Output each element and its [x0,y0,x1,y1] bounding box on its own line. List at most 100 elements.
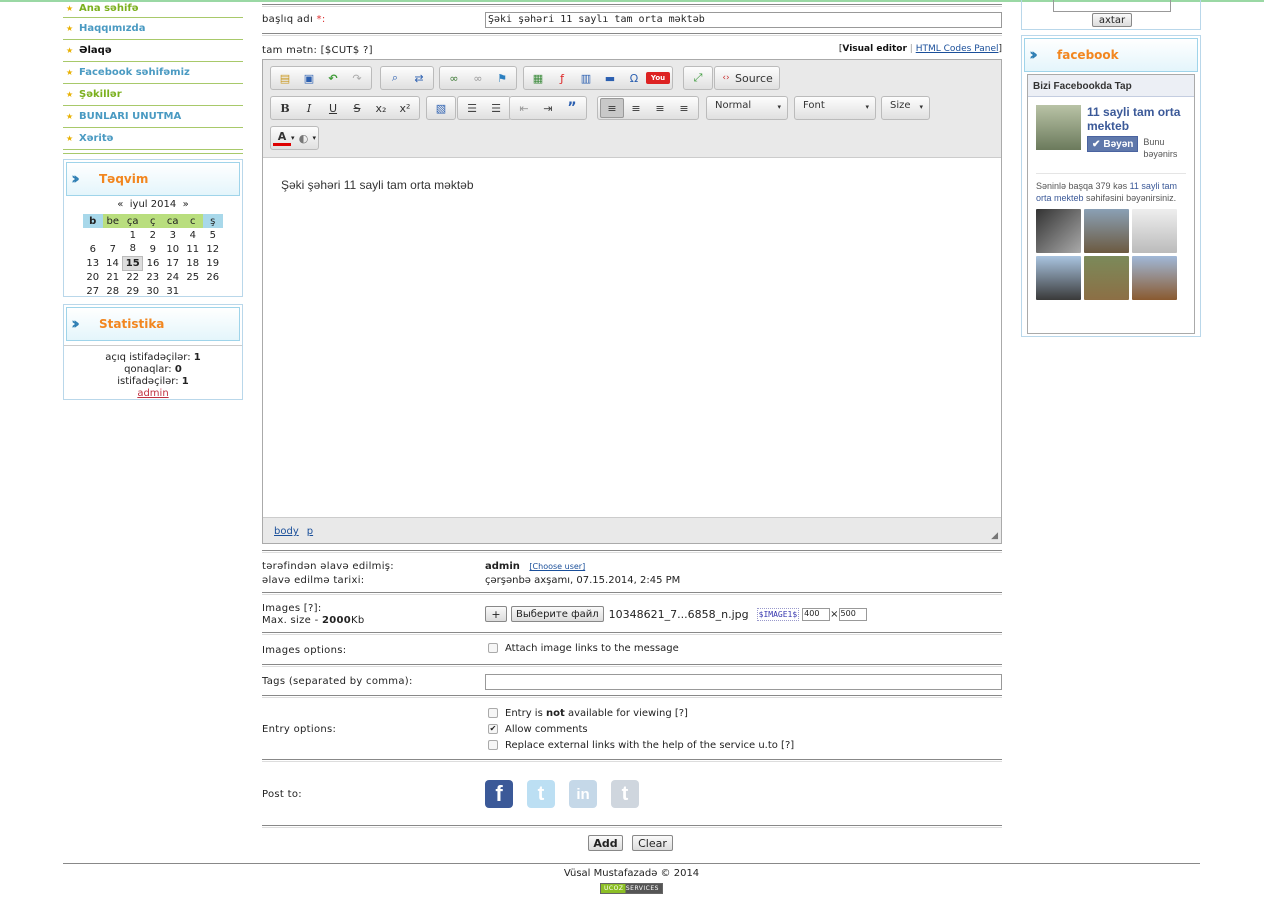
copyright-text: Vüsal Mustafazadə © 2014 [563,868,700,879]
paste-word-icon[interactable]: ▣ [297,68,321,88]
nav-label[interactable]: Şəkillər [79,89,122,100]
allow-comments-checkbox[interactable]: ✔ [488,724,498,734]
add-button[interactable]: Add [588,835,623,851]
numbered-list-icon[interactable]: ☰ [460,98,484,118]
underline-icon[interactable]: U [321,98,345,118]
insert-image-icon[interactable]: ▧ [429,98,453,118]
nav-item-about[interactable]: ★ Haqqımızda [63,18,243,40]
nav-item-home[interactable]: ★ Ana səhifə [63,0,243,18]
font-select[interactable]: Font ▾ [794,96,876,120]
choose-user-link[interactable]: [Choose user] [529,562,585,571]
fb-like-button[interactable]: ✔ Bəyən [1087,136,1139,152]
resize-handle-icon[interactable]: ◢ [991,531,998,541]
fb-page-name[interactable]: 11 sayli tam orta mekteb [1087,105,1185,133]
paste-text-icon[interactable]: ▤ [273,68,297,88]
day-cell [103,228,123,242]
text-color-icon[interactable]: A [273,130,291,146]
search-input[interactable] [1053,0,1171,12]
fan-avatar[interactable] [1132,256,1177,300]
mode-separator: | [909,44,913,54]
replace-icon[interactable]: ⇄ [407,68,431,88]
twitter-share-icon[interactable]: t [527,780,555,808]
stats-admin-link[interactable]: admin [137,388,168,399]
special-char-icon[interactable]: Ω [622,68,646,88]
align-left-icon[interactable]: ≡ [600,98,624,118]
fb-page-avatar[interactable] [1036,105,1081,150]
fan-avatar[interactable] [1036,209,1081,253]
maximize-icon[interactable]: ⤢ [686,68,710,88]
image-width-input[interactable]: 400 [802,607,831,621]
facebook-share-icon[interactable]: f [485,780,513,808]
calendar-prev-link[interactable]: « [117,199,123,210]
tags-input[interactable] [485,674,1002,690]
format-select[interactable]: Normal ▾ [706,96,788,120]
editor-content[interactable]: Şəki şəhəri 11 sayli tam orta məktəb [281,178,474,192]
align-center-icon[interactable]: ≡ [624,98,648,118]
visual-editor-link[interactable]: Visual editor [842,44,907,54]
nav-item-dont-forget[interactable]: ★ BUNLARI UNUTMA [63,106,243,128]
fan-avatar[interactable] [1132,209,1177,253]
size-select[interactable]: Size ▾ [881,96,930,120]
table-icon[interactable]: ▥ [574,68,598,88]
nav-label[interactable]: Əlaqə [79,45,112,56]
fan-avatar[interactable] [1084,209,1129,253]
clear-button[interactable]: Clear [632,835,673,851]
calendar-next-link[interactable]: » [183,199,189,210]
undo-icon[interactable]: ↶ [321,68,345,88]
nav-item-photos[interactable]: ★ Şəkillər [63,84,243,106]
youtube-icon[interactable]: You [646,72,670,84]
chevron-down-icon: ▾ [919,103,923,111]
nav-label[interactable]: Facebook səhifəmiz [79,67,190,78]
day-cell: 5 [209,229,216,241]
linkedin-share-icon[interactable]: in [569,780,597,808]
indent-icon[interactable]: ⇥ [536,98,560,118]
day-cell: 14 [106,257,119,269]
blockquote-icon[interactable]: ” [560,98,584,118]
anchor-flag-icon[interactable]: ⚑ [490,68,514,88]
element-path-p[interactable]: p [307,526,313,537]
strike-icon[interactable]: S [345,98,369,118]
source-button[interactable]: ‹› Source [714,66,780,90]
nav-label[interactable]: BUNLARI UNUTMA [79,111,181,122]
superscript-icon[interactable]: x² [393,98,417,118]
fb-text-a: Səninlə başqa 379 kəs [1036,181,1128,191]
element-path-body[interactable]: body [274,526,299,537]
nav-label[interactable]: Ana səhifə [79,3,139,14]
fan-avatar[interactable] [1084,256,1129,300]
outdent-icon[interactable]: ⇤ [512,98,536,118]
link-icon[interactable]: ∞ [442,68,466,88]
fan-avatar[interactable] [1036,256,1081,300]
choose-file-button[interactable]: Выберите файл [511,606,604,622]
redo-icon[interactable]: ↷ [345,68,369,88]
align-right-icon[interactable]: ≡ [648,98,672,118]
nav-label[interactable]: Haqqımızda [79,23,145,34]
bg-color-icon[interactable]: ◐ [295,128,313,148]
bullet-list-icon[interactable]: ☰ [484,98,508,118]
search-button[interactable]: axtar [1092,13,1132,27]
hidden-checkbox[interactable] [488,708,498,718]
nav-item-facebook[interactable]: ★ Facebook səhifəmiz [63,62,243,84]
image-height-input[interactable]: 500 [838,607,867,621]
nav-item-contact[interactable]: ★ Əlaqə [63,40,243,62]
title-input[interactable]: Şəki şəhəri 11 saylı tam orta məktəb [485,12,1002,28]
replace-links-checkbox[interactable] [488,740,498,750]
nav-item-map[interactable]: ★ Xəritə [63,128,243,150]
subscript-icon[interactable]: x₂ [369,98,393,118]
form-divider [262,4,1002,7]
entry-options-label: Entry options: [262,724,337,735]
image-icon[interactable]: ▦ [526,68,550,88]
horizontal-rule-icon[interactable]: ▬ [598,68,622,88]
find-icon[interactable]: ⌕ [383,68,407,88]
tumblr-share-icon[interactable]: t [611,780,639,808]
html-panel-link[interactable]: HTML Codes Panel [916,44,999,54]
flash-icon[interactable]: ƒ [550,68,574,88]
italic-icon[interactable]: I [297,98,321,118]
nav-label[interactable]: Xəritə [79,133,113,144]
align-justify-icon[interactable]: ≡ [672,98,696,118]
attach-links-checkbox[interactable] [488,643,498,653]
bold-icon[interactable]: B [273,98,297,118]
unlink-icon[interactable]: ∞ [466,68,490,88]
add-image-button[interactable]: + [485,606,507,622]
max-size-label: Max. size - [262,615,319,626]
ucoz-badge[interactable]: UCOZ SERVICES [600,883,663,894]
